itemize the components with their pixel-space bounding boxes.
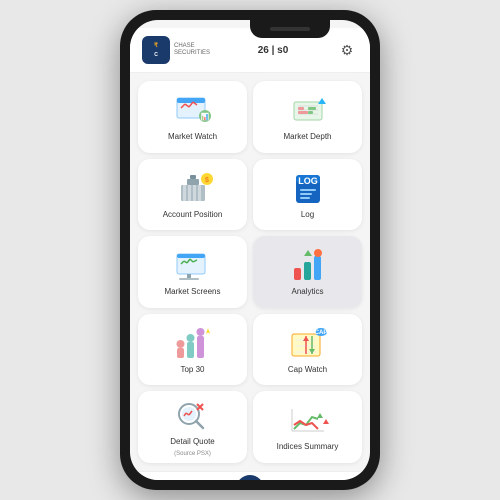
header-status: 26 | s0 xyxy=(258,45,289,56)
account-position-label: Account Position xyxy=(163,210,223,220)
detail-quote-sublabel: (Source PSX) xyxy=(174,451,211,457)
log-label: Log xyxy=(301,210,314,220)
grid-item-market-screens[interactable]: Market Screens xyxy=(138,236,247,308)
market-watch-icon: 📊 xyxy=(171,92,215,128)
detail-quote-label: Detail Quote xyxy=(170,437,214,447)
phone-screen: ₹ C CHASE SECURITIES 26 | s0 ⚙ xyxy=(130,20,370,480)
nav-home[interactable]: 🏠 xyxy=(146,475,174,480)
top30-label: Top 30 xyxy=(180,365,204,375)
grid-item-detail-quote[interactable]: Detail Quote (Source PSX) xyxy=(138,391,247,463)
analytics-icon xyxy=(286,247,330,283)
grid-item-analytics[interactable]: Analytics xyxy=(253,236,362,308)
market-depth-icon xyxy=(286,92,330,128)
svg-text:LOG: LOG xyxy=(298,176,318,186)
chase-logo-icon: ₹ C xyxy=(142,36,170,64)
market-screens-icon xyxy=(171,247,215,283)
indices-summary-icon xyxy=(286,402,330,438)
svg-text:📊: 📊 xyxy=(200,112,209,121)
log-icon: LOG xyxy=(286,170,330,206)
grid-item-cap-watch[interactable]: CAP Cap Watch xyxy=(253,314,362,386)
svg-text:₹: ₹ xyxy=(154,42,158,49)
nav-lock[interactable]: 🔒 xyxy=(191,475,219,480)
app-screen: ₹ C CHASE SECURITIES 26 | s0 ⚙ xyxy=(130,20,370,480)
indices-summary-label: Indices Summary xyxy=(277,442,339,452)
grid-item-account-position[interactable]: $ Account Position xyxy=(138,159,247,231)
market-depth-label: Market Depth xyxy=(283,132,331,142)
market-watch-label: Market Watch xyxy=(168,132,217,142)
nav-thumb[interactable]: 👍 xyxy=(281,475,309,480)
app-header: ₹ C CHASE SECURITIES 26 | s0 ⚙ xyxy=(130,28,370,73)
grid-item-indices-summary[interactable]: Indices Summary xyxy=(253,391,362,463)
main-grid: 📊 Market Watch xyxy=(130,73,370,471)
nav-power[interactable]: ⏻ xyxy=(326,475,354,480)
cap-watch-icon: CAP xyxy=(286,325,330,361)
grid-item-market-depth[interactable]: Market Depth xyxy=(253,81,362,153)
svg-text:CAP: CAP xyxy=(314,330,327,336)
logo-area: ₹ C CHASE SECURITIES xyxy=(142,36,210,64)
grid-item-top30[interactable]: Top 30 xyxy=(138,314,247,386)
top-30-icon xyxy=(171,325,215,361)
phone-frame: ₹ C CHASE SECURITIES 26 | s0 ⚙ xyxy=(120,10,380,490)
nav-menu[interactable]: ☰ xyxy=(236,475,264,480)
market-screens-label: Market Screens xyxy=(164,287,220,297)
detail-quote-icon xyxy=(171,397,215,433)
grid-item-log[interactable]: LOG Log xyxy=(253,159,362,231)
notch xyxy=(250,20,330,38)
cap-watch-label: Cap Watch xyxy=(288,365,327,375)
settings-button[interactable]: ⚙ xyxy=(336,39,358,61)
svg-text:$: $ xyxy=(205,177,209,184)
logo-text: CHASE SECURITIES xyxy=(174,43,210,56)
grid-item-market-watch[interactable]: 📊 Market Watch xyxy=(138,81,247,153)
account-position-icon: $ xyxy=(171,170,215,206)
analytics-label: Analytics xyxy=(291,287,323,297)
bottom-navigation: 🏠 🔒 ☰ 👍 ⏻ xyxy=(130,471,370,480)
svg-text:C: C xyxy=(154,52,158,58)
